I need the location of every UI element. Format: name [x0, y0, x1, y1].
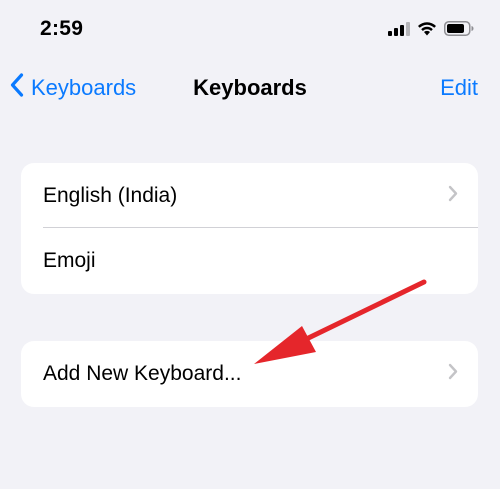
keyboard-label: English (India) — [43, 183, 178, 207]
cellular-signal-icon — [388, 21, 410, 41]
edit-button[interactable]: Edit — [440, 75, 478, 101]
chevron-right-icon — [448, 185, 458, 207]
add-new-keyboard-label: Add New Keyboard... — [43, 362, 242, 385]
keyboard-label: Emoji — [43, 248, 96, 272]
add-new-keyboard-button[interactable]: Add New Keyboard... — [21, 341, 478, 407]
status-icons — [388, 21, 474, 41]
navigation-bar: Keyboards Keyboards Edit — [0, 60, 500, 116]
wifi-icon — [417, 21, 437, 41]
page-title: Keyboards — [193, 75, 307, 100]
status-time: 2:59 — [40, 17, 84, 40]
keyboard-row-emoji[interactable]: Emoji — [21, 228, 478, 293]
add-keyboard-group: Add New Keyboard... — [21, 341, 478, 407]
chevron-right-icon — [448, 363, 458, 385]
battery-icon — [444, 21, 474, 41]
status-bar: 2:59 — [0, 0, 500, 60]
keyboards-list: English (India) Emoji — [21, 163, 478, 294]
keyboard-row-english-india[interactable]: English (India) — [21, 163, 478, 228]
